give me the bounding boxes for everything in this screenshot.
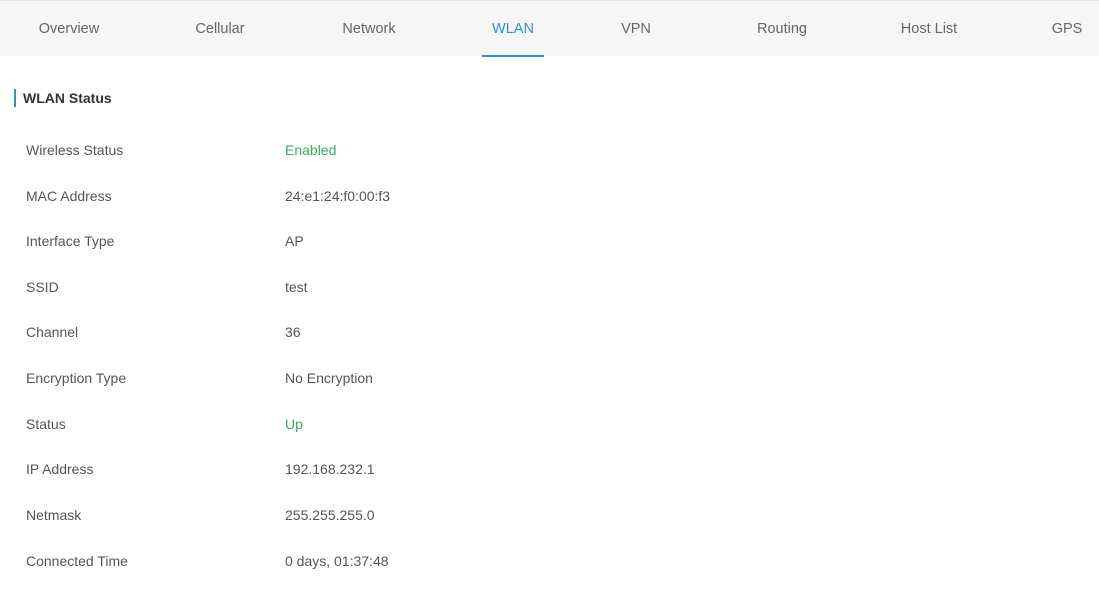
row-label: SSID xyxy=(26,279,59,295)
active-tab-indicator xyxy=(482,55,544,57)
tab-vpn[interactable]: VPN xyxy=(608,1,664,57)
row-value: 36 xyxy=(285,324,301,340)
row-value: No Encryption xyxy=(285,370,373,386)
row-value-status: Up xyxy=(285,416,303,432)
row-value: 0 days, 01:37:48 xyxy=(285,553,389,569)
table-row: Status Up xyxy=(0,414,1099,460)
wlan-status-page: Overview Cellular Network WLAN VPN Routi… xyxy=(0,0,1099,590)
row-value-wireless-status: Enabled xyxy=(285,142,337,158)
tab-routing[interactable]: Routing xyxy=(742,1,822,57)
row-label: Encryption Type xyxy=(26,370,127,386)
row-label: Status xyxy=(26,416,66,432)
status-tab-bar: Overview Cellular Network WLAN VPN Routi… xyxy=(0,0,1099,57)
table-row: Wireless Status Enabled xyxy=(0,140,1099,186)
table-row: MAC Address 24:e1:24:f0:00:f3 xyxy=(0,186,1099,232)
table-row: SSID test xyxy=(0,277,1099,323)
row-value: 255.255.255.0 xyxy=(285,507,375,523)
row-label: Wireless Status xyxy=(26,142,124,158)
row-value: 192.168.232.1 xyxy=(285,461,375,477)
table-row: Connected Time 0 days, 01:37:48 xyxy=(0,551,1099,590)
tab-host-list[interactable]: Host List xyxy=(886,1,972,57)
row-label: Channel xyxy=(26,324,79,340)
tab-overview[interactable]: Overview xyxy=(24,1,114,57)
table-row: Encryption Type No Encryption xyxy=(0,368,1099,414)
section-title: WLAN Status xyxy=(14,89,112,107)
row-value: test xyxy=(285,279,308,295)
row-label: Connected Time xyxy=(26,553,128,569)
table-row: Interface Type AP xyxy=(0,231,1099,277)
row-label: Interface Type xyxy=(26,233,115,249)
table-row: Channel 36 xyxy=(0,322,1099,368)
row-value: AP xyxy=(285,233,304,249)
table-row: Netmask 255.255.255.0 xyxy=(0,505,1099,551)
row-label: IP Address xyxy=(26,461,94,477)
tab-wlan-label: WLAN xyxy=(492,21,534,37)
tab-wlan[interactable]: WLAN xyxy=(476,1,550,57)
table-row: IP Address 192.168.232.1 xyxy=(0,459,1099,505)
row-value: 24:e1:24:f0:00:f3 xyxy=(285,188,391,204)
tab-network[interactable]: Network xyxy=(327,1,411,57)
row-label: MAC Address xyxy=(26,188,112,204)
row-label: Netmask xyxy=(26,507,82,523)
tab-cellular[interactable]: Cellular xyxy=(180,1,260,57)
tab-gps[interactable]: GPS xyxy=(1040,1,1094,57)
